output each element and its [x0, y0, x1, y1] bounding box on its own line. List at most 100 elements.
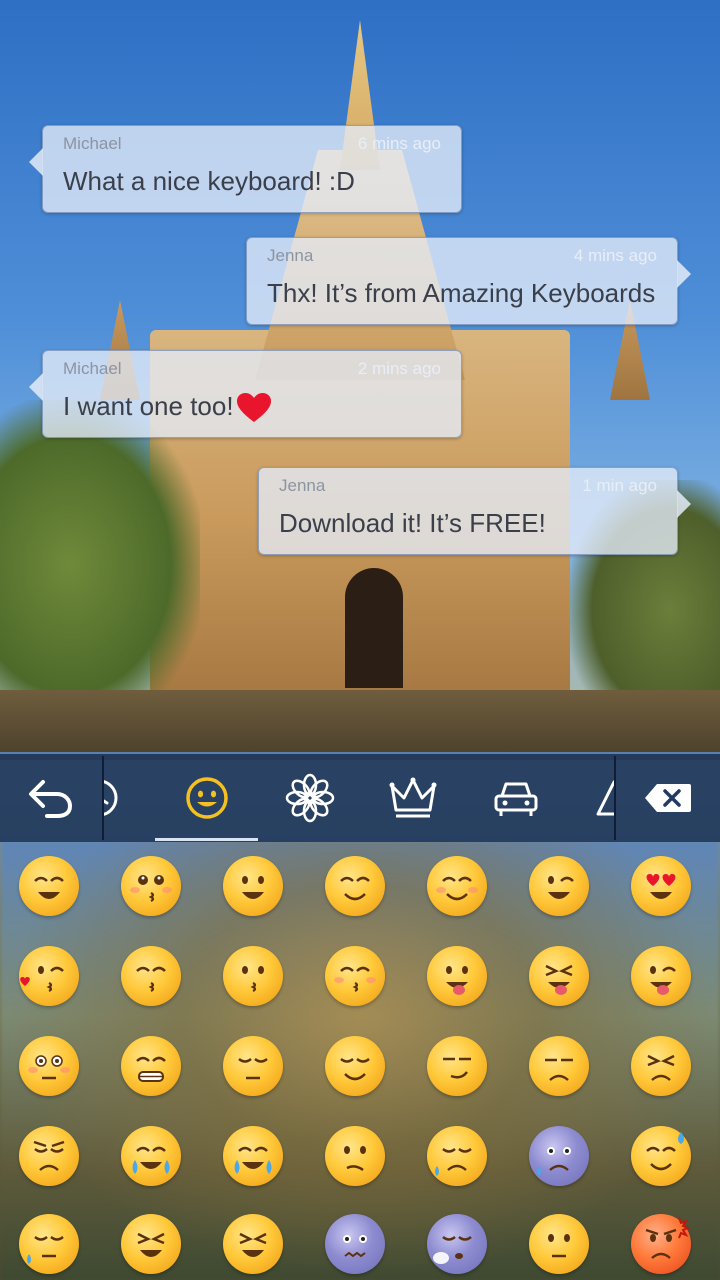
- emoji-kissing-closed-eyes-icon[interactable]: [121, 946, 181, 1006]
- sender-name: Michael: [63, 134, 122, 153]
- tab-recent[interactable]: [104, 754, 144, 842]
- tab-places[interactable]: [464, 754, 567, 842]
- emoji-face-icon: [340, 1057, 370, 1081]
- delete-button[interactable]: [616, 754, 720, 842]
- emoji-face-icon: [548, 1234, 570, 1258]
- message-time: 2 mins ago: [357, 359, 441, 378]
- emoji-face-icon: [137, 1232, 165, 1257]
- message-time: 4 mins ago: [573, 246, 657, 265]
- emoji-face-icon: [435, 1147, 472, 1176]
- emoji-face-icon: [537, 1147, 571, 1176]
- tab-nature[interactable]: [258, 754, 361, 842]
- emoji-winking-icon[interactable]: [529, 856, 589, 916]
- emoji-grid: [0, 840, 720, 1280]
- sender-name: Jenna: [279, 476, 326, 495]
- emoji-relieved-icon[interactable]: [325, 856, 385, 916]
- emoji-face-icon: [443, 1057, 471, 1079]
- emoji-kissing-blush-icon[interactable]: [325, 946, 385, 1006]
- emoji-unamused-icon[interactable]: [529, 1036, 589, 1096]
- emoji-keyboard-toolbar: [0, 752, 720, 842]
- emoji-face-icon: [20, 966, 64, 992]
- backspace-icon: [645, 784, 691, 812]
- message-time: 1 min ago: [582, 476, 657, 495]
- emoji-disappointed-relieved-icon[interactable]: [427, 1126, 487, 1186]
- emoji-smiling-icon[interactable]: [223, 856, 283, 916]
- emoji-angry-icon[interactable]: [631, 1214, 691, 1274]
- emoji-smiling-blush-eyes-icon[interactable]: [427, 856, 487, 916]
- emoji-pensive-icon[interactable]: [223, 1036, 283, 1096]
- crown-icon: [389, 777, 436, 818]
- emoji-face-icon: [130, 875, 172, 902]
- emoji-face-icon: [242, 876, 264, 899]
- emoji-face-icon: [645, 1217, 691, 1259]
- emoji-face-icon: [239, 1232, 267, 1257]
- emoji-face-icon: [646, 874, 676, 899]
- emoji-neutral-icon[interactable]: [529, 1214, 589, 1274]
- emoji-face-icon: [136, 966, 166, 992]
- message-text-row: I want one too!: [63, 391, 272, 424]
- emoji-heart-eyes-icon[interactable]: [631, 856, 691, 916]
- emoji-face-icon: [545, 1058, 573, 1081]
- emoji-sleepy-icon[interactable]: [427, 1214, 487, 1274]
- emoji-grimacing-icon[interactable]: [121, 1036, 181, 1096]
- emoji-smiling-blush-icon[interactable]: [121, 856, 181, 916]
- emoji-confused-icon[interactable]: [325, 1126, 385, 1186]
- back-button[interactable]: [0, 754, 102, 842]
- emoji-flushed-icon[interactable]: [19, 1036, 79, 1096]
- emoji-face-icon: [234, 1146, 272, 1174]
- sender-name: Jenna: [267, 246, 314, 265]
- emoji-kissing-icon[interactable]: [223, 946, 283, 1006]
- emoji-tired-icon[interactable]: [121, 1214, 181, 1274]
- smiley-face-icon: [185, 777, 228, 819]
- emoji-face-icon: [33, 1140, 65, 1171]
- emoji-face-icon: [28, 1055, 70, 1080]
- emoji-persevering-icon[interactable]: [631, 1036, 691, 1096]
- emoji-face-icon: [136, 1056, 166, 1082]
- emoji-crying-joy-icon[interactable]: [121, 1126, 181, 1186]
- emoji-face-icon: [343, 1235, 367, 1258]
- ground: [0, 690, 720, 760]
- flower-icon: [285, 773, 334, 823]
- emoji-face-icon: [238, 1057, 268, 1080]
- emoji-loudly-crying-icon[interactable]: [223, 1126, 283, 1186]
- emoji-face-icon: [344, 1146, 366, 1172]
- emoji-face-icon: [27, 1235, 64, 1264]
- recent-clock-icon: [104, 780, 118, 816]
- emoji-cold-sweat-icon[interactable]: [19, 1214, 79, 1274]
- message-bubble[interactable]: Michael 6 mins ago What a nice keyboard!…: [29, 125, 462, 213]
- heart-icon: [236, 393, 271, 423]
- emoji-category-tabs: [104, 754, 614, 842]
- emoji-face-icon: [436, 876, 478, 901]
- emoji-face-icon: [650, 966, 676, 995]
- emoji-face-icon: [340, 876, 370, 901]
- message-text: Thx! It’s from Amazing Keyboards: [267, 278, 656, 308]
- emoji-face-icon: [433, 1235, 472, 1264]
- tab-objects[interactable]: [361, 754, 464, 842]
- message-bubble[interactable]: Jenna 4 mins ago Thx! It’s from Amazing …: [246, 237, 691, 325]
- emoji-confounded-icon[interactable]: [325, 1214, 385, 1274]
- message-text: I want one too!: [63, 391, 234, 421]
- emoji-tongue-out-icon[interactable]: [427, 946, 487, 1006]
- emoji-kissing-heart-icon[interactable]: [19, 946, 79, 1006]
- tab-smileys[interactable]: [155, 754, 258, 842]
- emoji-face-icon: [242, 966, 264, 992]
- emoji-disappointed-icon[interactable]: [19, 1126, 79, 1186]
- emoji-face-icon: [647, 1054, 675, 1081]
- emoji-tongue-squint-icon[interactable]: [529, 946, 589, 1006]
- message-text: Download it! It’s FREE!: [279, 508, 546, 538]
- message-bubble[interactable]: Michael 2 mins ago I want one too!: [29, 350, 462, 438]
- sender-name: Michael: [63, 359, 122, 378]
- emoji-face-icon: [34, 876, 64, 899]
- emoji-smirk-icon[interactable]: [427, 1036, 487, 1096]
- emoji-relieved-closed-icon[interactable]: [325, 1036, 385, 1096]
- emoji-tired-face-icon[interactable]: [223, 1214, 283, 1274]
- emoji-sweat-smile-icon[interactable]: [631, 1126, 691, 1186]
- emoji-face-icon: [548, 876, 574, 899]
- message-bubble[interactable]: Jenna 1 min ago Download it! It’s FREE!: [258, 467, 691, 555]
- tab-symbols[interactable]: [584, 754, 614, 842]
- temple-arch: [345, 568, 403, 688]
- emoji-tongue-wink-icon[interactable]: [631, 946, 691, 1006]
- emoji-face-icon: [334, 966, 376, 992]
- emoji-fearful-icon[interactable]: [529, 1126, 589, 1186]
- emoji-grinning-icon[interactable]: [19, 856, 79, 916]
